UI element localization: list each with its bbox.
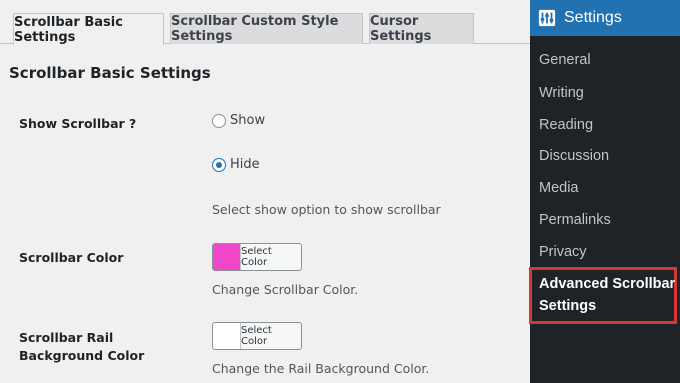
scrollbar-color-label: Scrollbar Color <box>19 250 124 265</box>
radio-show[interactable]: Show <box>212 113 265 128</box>
admin-settings-menu: Settings General Writing Reading Discuss… <box>530 0 680 383</box>
wp-settings-icon <box>538 9 556 27</box>
scrollbar-color-button-label: Select Color <box>241 246 272 268</box>
menu-item-permalinks[interactable]: Permalinks <box>539 212 611 228</box>
rail-color-swatch <box>213 323 241 349</box>
settings-tabs: Scrollbar Basic Settings Scrollbar Custo… <box>0 0 530 45</box>
radio-hide[interactable]: Hide <box>212 157 260 172</box>
tab-scrollbar-basic-settings[interactable]: Scrollbar Basic Settings <box>13 13 164 45</box>
radio-hide-circle[interactable] <box>212 157 226 172</box>
menu-item-privacy[interactable]: Privacy <box>539 244 587 260</box>
scrollbar-color-description: Change Scrollbar Color. <box>212 282 359 297</box>
radio-hide-label: Hide <box>230 157 260 172</box>
tab-cursor-settings[interactable]: Cursor Settings <box>369 13 474 44</box>
section-title: Scrollbar Basic Settings <box>9 64 211 82</box>
menu-item-general[interactable]: General <box>539 52 591 68</box>
menu-item-advanced-scrollbar-settings[interactable]: Advanced Scrollbar Settings <box>539 273 680 317</box>
radio-show-label: Show <box>230 113 266 128</box>
rail-color-description: Change the Rail Background Color. <box>212 361 430 376</box>
settings-menu-header[interactable]: Settings <box>530 0 680 36</box>
scrollbar-color-swatch <box>213 244 241 270</box>
settings-menu-title: Settings <box>564 9 622 26</box>
scrollbar-color-button[interactable]: Select Color <box>212 243 302 271</box>
show-scrollbar-description: Select show option to show scrollbar <box>212 202 441 217</box>
show-scrollbar-label: Show Scrollbar ? <box>19 116 137 131</box>
rail-color-button[interactable]: Select Color <box>212 322 302 350</box>
rail-color-label: Scrollbar Rail Background Color <box>19 330 145 363</box>
menu-item-discussion[interactable]: Discussion <box>539 148 609 164</box>
tab-scrollbar-custom-style-settings[interactable]: Scrollbar Custom Style Settings <box>170 13 363 44</box>
menu-item-reading[interactable]: Reading <box>539 117 593 133</box>
menu-item-media[interactable]: Media <box>539 180 579 196</box>
radio-show-circle[interactable] <box>212 113 226 128</box>
menu-item-writing[interactable]: Writing <box>539 85 584 101</box>
rail-color-button-label: Select Color <box>241 325 272 347</box>
